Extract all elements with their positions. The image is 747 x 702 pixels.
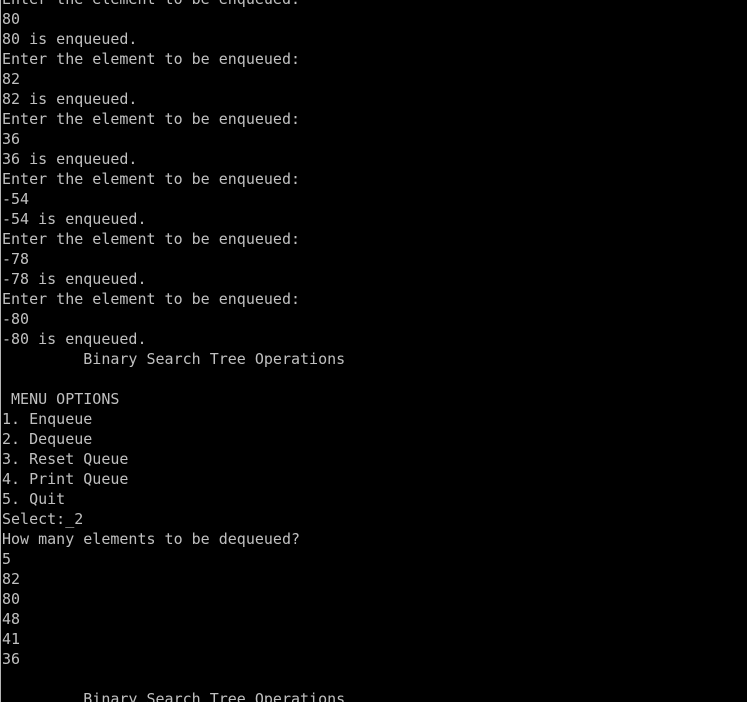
console-line: Enter the element to be enqueued: [2, 110, 301, 128]
console-line: Enter the element to be enqueued: [2, 50, 301, 68]
console-line: -80 is enqueued. [2, 330, 147, 348]
console-line: 48 [2, 610, 21, 628]
console-line: -80 [2, 310, 30, 328]
console-line: How many elements to be dequeued? [2, 530, 301, 548]
menu-option-enqueue: 1. Enqueue [2, 410, 93, 428]
console-line-blank [2, 369, 345, 389]
console-line: Enter the element to be enqueued: [2, 230, 301, 248]
menu-title: Binary Search Tree Operations [2, 690, 346, 702]
console-output: Enter the element to be enqueued: 80 80 … [2, 0, 345, 702]
console-line: -54 is enqueued. [2, 210, 147, 228]
console-window[interactable]: Enter the element to be enqueued: 80 80 … [0, 0, 746, 702]
console-line: 82 [2, 570, 21, 588]
console-line: 82 is enqueued. [2, 90, 138, 108]
console-line: 82 [2, 70, 21, 88]
console-line: 36 is enqueued. [2, 150, 138, 168]
menu-option-dequeue: 2. Dequeue [2, 430, 93, 448]
console-line: Enter the element to be enqueued: [2, 170, 301, 188]
console-line: 80 [2, 10, 21, 28]
menu-options-heading: MENU OPTIONS [2, 390, 120, 408]
menu-option-print-queue: 4. Print Queue [2, 470, 129, 488]
console-line: Enter the element to be enqueued: [2, 0, 345, 9]
menu-title: Binary Search Tree Operations [2, 350, 346, 368]
console-line: -78 [2, 250, 30, 268]
console-line: -78 is enqueued. [2, 270, 147, 288]
console-line: 5 [2, 550, 12, 568]
console-line: 80 [2, 590, 21, 608]
console-line: 36 [2, 130, 21, 148]
select-prompt: Select:_2 [2, 510, 84, 528]
console-line: -54 [2, 190, 30, 208]
console-line-blank [2, 669, 345, 689]
console-line: 80 is enqueued. [2, 30, 138, 48]
menu-option-quit: 5. Quit [2, 490, 66, 508]
console-line: 41 [2, 630, 21, 648]
menu-option-reset-queue: 3. Reset Queue [2, 450, 129, 468]
console-line: Enter the element to be enqueued: [2, 290, 301, 308]
console-line: 36 [2, 650, 21, 668]
